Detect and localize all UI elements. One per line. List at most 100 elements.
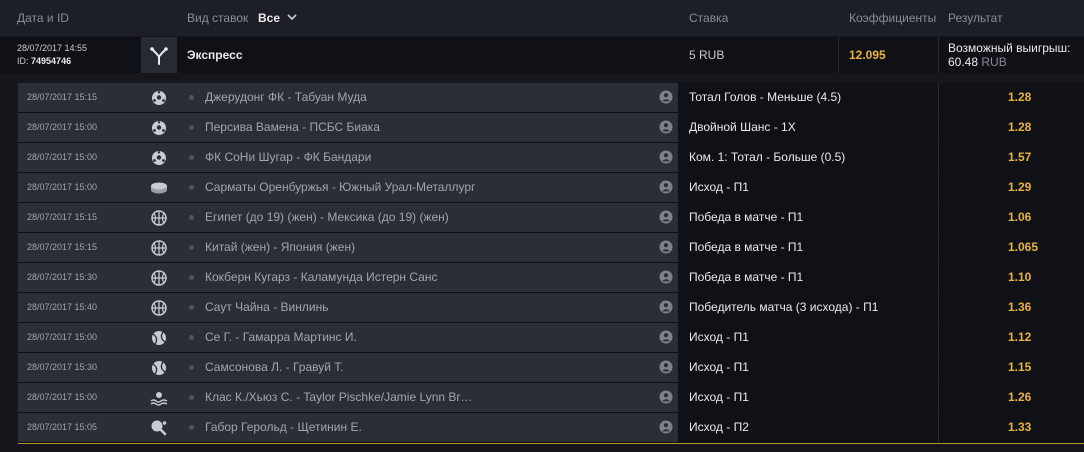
event-date: 28/07/2017 15:00	[18, 143, 141, 172]
event-coef: 1.26	[938, 383, 1084, 412]
team-1: ФК СоНи Шугар	[205, 150, 293, 164]
event-date: 28/07/2017 15:15	[18, 203, 141, 232]
event-cell[interactable]: Египет (до 19) (жен) - Мексика (до 19) (…	[177, 203, 678, 232]
team-2: Каламунда Истерн Санс	[300, 270, 438, 284]
header-result: Результат	[948, 11, 1003, 25]
event-cell[interactable]: Кокберн Кугарз - Каламунда Истерн Санс	[177, 263, 678, 292]
event-coef: 1.33	[938, 413, 1084, 442]
event-row[interactable]: 28/07/2017 15:00 ФК СоНи Шугар - ФК Банда…	[18, 143, 1084, 173]
teams-separator: -	[232, 330, 243, 344]
event-row[interactable]: 28/07/2017 15:00 Клас К./Хьюз С. - Taylor…	[18, 383, 1084, 413]
event-market: Исход - П1	[678, 353, 938, 382]
divider	[838, 37, 839, 73]
express-bet-row[interactable]: 28/07/2017 14:55 ID: 74954746 Экспресс 5…	[0, 37, 1084, 73]
event-cell[interactable]: Китай (жен) - Япония (жен)	[177, 233, 678, 262]
event-coef: 1.065	[938, 233, 1084, 262]
status-dot	[189, 155, 194, 160]
team-1: Китай (жен)	[205, 240, 271, 254]
event-market: Исход - П2	[678, 413, 938, 442]
user-icon[interactable]	[659, 120, 673, 137]
event-market: Исход - П1	[678, 323, 938, 352]
event-row[interactable]: 28/07/2017 15:30 Кокберн Кугарз - Каламун…	[18, 263, 1084, 293]
team-1: Сарматы Оренбуржья	[205, 180, 329, 194]
event-date: 28/07/2017 15:30	[18, 353, 141, 382]
header-coefficients: Коэффициенты	[849, 11, 937, 25]
teams-separator: -	[292, 390, 304, 404]
list-bottom-accent	[18, 443, 1084, 444]
status-dot	[189, 215, 194, 220]
event-cell[interactable]: Габор Герольд - Щетинин Е.	[177, 413, 678, 442]
event-date: 28/07/2017 15:15	[18, 83, 141, 112]
event-cell[interactable]: ФК СоНи Шугар - ФК Бандари	[177, 143, 678, 172]
event-cell[interactable]: Клас К./Хьюз С. - Taylor Pischke/Jamie L…	[177, 383, 678, 412]
user-icon[interactable]	[659, 330, 673, 347]
event-teams[interactable]: Персива Вамена - ПСБС Биака	[205, 113, 380, 142]
chevron-down-icon[interactable]	[287, 10, 297, 27]
express-title: Экспресс	[187, 48, 243, 62]
event-cell[interactable]: Самсонова Л. - Гравуй Т.	[177, 353, 678, 382]
event-teams[interactable]: Египет (до 19) (жен) - Мексика (до 19) (…	[205, 203, 449, 232]
express-date: 28/07/2017 14:55	[17, 43, 88, 53]
event-cell[interactable]: Сарматы Оренбуржья - Южный Урал-Металлур…	[177, 173, 678, 202]
team-2: ПСБС Биака	[309, 120, 380, 134]
user-icon[interactable]	[659, 150, 673, 167]
event-date: 28/07/2017 15:00	[18, 323, 141, 352]
event-teams[interactable]: Самсонова Л. - Гравуй Т.	[205, 353, 344, 382]
team-1: Габор Герольд	[205, 420, 287, 434]
event-teams[interactable]: Клас К./Хьюз С. - Taylor Pischke/Jamie L…	[205, 383, 472, 412]
event-teams[interactable]: Китай (жен) - Япония (жен)	[205, 233, 355, 262]
event-date: 28/07/2017 15:15	[18, 233, 141, 262]
event-row[interactable]: 28/07/2017 15:00 Сарматы Оренбуржья - Южн…	[18, 173, 1084, 203]
user-icon[interactable]	[659, 360, 673, 377]
possible-win-value: 60.48	[948, 55, 979, 69]
event-teams[interactable]: Се Г. - Гамарра Мартинс И.	[205, 323, 357, 352]
event-row[interactable]: 28/07/2017 15:15 Джерудонг ФК - Табуан Му…	[18, 83, 1084, 113]
team-2: Винлинь	[280, 300, 329, 314]
user-icon[interactable]	[659, 90, 673, 107]
user-icon[interactable]	[659, 390, 673, 407]
event-row[interactable]: 28/07/2017 15:40 Саут Чайна - Винлинь Побе…	[18, 293, 1084, 323]
user-icon[interactable]	[659, 210, 673, 227]
event-teams[interactable]: Габор Герольд - Щетинин Е.	[205, 413, 362, 442]
possible-win-label: Возможный выигрыш:	[948, 41, 1071, 55]
event-teams[interactable]: Саут Чайна - Винлинь	[205, 293, 328, 322]
divider	[938, 37, 939, 73]
event-date: 28/07/2017 15:05	[18, 413, 141, 442]
user-icon[interactable]	[659, 270, 673, 287]
event-date: 28/07/2017 15:40	[18, 293, 141, 322]
bet-type-select[interactable]: Все	[258, 11, 280, 25]
event-teams[interactable]: Джерудонг ФК - Табуан Муда	[205, 83, 367, 112]
express-events-list: 28/07/2017 15:15 Джерудонг ФК - Табуан Му…	[18, 83, 1084, 443]
event-cell[interactable]: Персива Вамена - ПСБС Биака	[177, 113, 678, 142]
team-2: Япония (жен)	[280, 240, 356, 254]
teams-separator: -	[328, 180, 340, 194]
teams-separator: -	[269, 300, 281, 314]
event-row[interactable]: 28/07/2017 15:00 Персива Вамена - ПСБС Би…	[18, 113, 1084, 143]
event-row[interactable]: 28/07/2017 15:15 Китай (жен) - Япония (же…	[18, 233, 1084, 263]
user-icon[interactable]	[659, 420, 673, 437]
user-icon[interactable]	[659, 300, 673, 317]
event-teams[interactable]: Кокберн Кугарз - Каламунда Истерн Санс	[205, 263, 437, 292]
user-icon[interactable]	[659, 180, 673, 197]
event-coef: 1.29	[938, 173, 1084, 202]
event-teams[interactable]: Сарматы Оренбуржья - Южный Урал-Металлур…	[205, 173, 475, 202]
status-dot	[189, 275, 194, 280]
teams-separator: -	[282, 360, 293, 374]
user-icon[interactable]	[659, 240, 673, 257]
header-date-id: Дата и ID	[17, 11, 69, 25]
tennis-ball-icon	[141, 353, 177, 382]
event-market: Победа в матче - П1	[678, 233, 938, 262]
event-row[interactable]: 28/07/2017 15:00 Се Г. - Гамарра Мартинс …	[18, 323, 1084, 353]
event-cell[interactable]: Джерудонг ФК - Табуан Муда	[177, 83, 678, 112]
event-cell[interactable]: Се Г. - Гамарра Мартинс И.	[177, 323, 678, 352]
teams-separator: -	[298, 120, 310, 134]
teams-separator: -	[284, 90, 295, 104]
team-1: Джерудонг ФК	[205, 90, 285, 104]
event-row[interactable]: 28/07/2017 15:30 Самсонова Л. - Гравуй Т.…	[18, 353, 1084, 383]
event-teams[interactable]: ФК СоНи Шугар - ФК Бандари	[205, 143, 371, 172]
event-cell[interactable]: Саут Чайна - Винлинь	[177, 293, 678, 322]
event-row[interactable]: 28/07/2017 15:05 Габор Герольд - Щетинин …	[18, 413, 1084, 443]
event-row[interactable]: 28/07/2017 15:15 Египет (до 19) (жен) - М…	[18, 203, 1084, 233]
football-icon	[141, 83, 177, 112]
status-dot	[189, 395, 194, 400]
